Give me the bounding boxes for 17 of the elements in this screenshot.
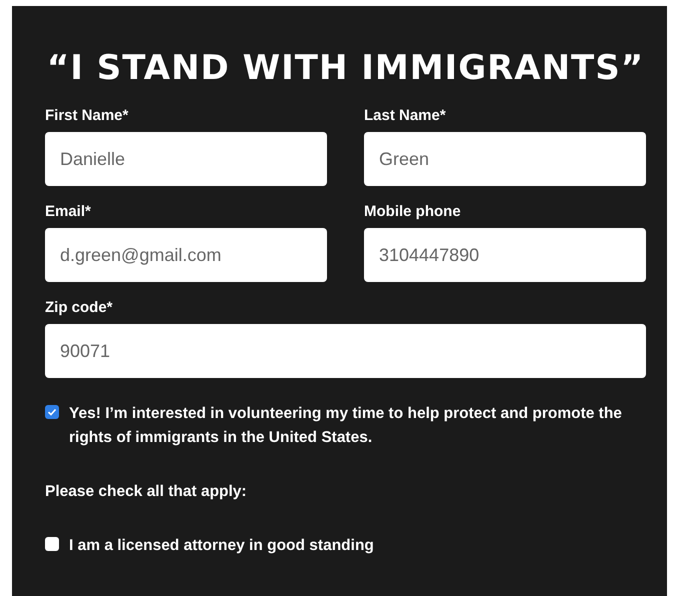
field-label: Mobile phone	[364, 202, 461, 222]
form-title: “I STAND WITH IMMIGRANTS”	[46, 47, 646, 90]
instruction-text: Please check all that apply:	[45, 482, 248, 502]
input-field[interactable]: 3104447890	[364, 228, 646, 282]
checkbox[interactable]	[45, 537, 59, 551]
field-label: Zip code*	[45, 298, 113, 318]
input-field[interactable]: Danielle	[45, 132, 327, 186]
input-field[interactable]: Green	[364, 132, 646, 186]
checkbox-label: Yes! I’m interested in volunteering my time to help protect and promote the rights of immigrants in the United States.	[69, 404, 623, 448]
field-label: First Name*	[45, 106, 128, 126]
field-label: Last Name*	[364, 106, 446, 126]
input-field[interactable]: 90071	[45, 324, 646, 378]
input-field[interactable]: d.green@gmail.com	[45, 228, 327, 282]
check-icon	[47, 407, 57, 417]
checkbox-label: I am a licensed attorney in good standing	[69, 536, 374, 556]
field-label: Email*	[45, 202, 91, 222]
checkbox[interactable]	[45, 405, 59, 419]
